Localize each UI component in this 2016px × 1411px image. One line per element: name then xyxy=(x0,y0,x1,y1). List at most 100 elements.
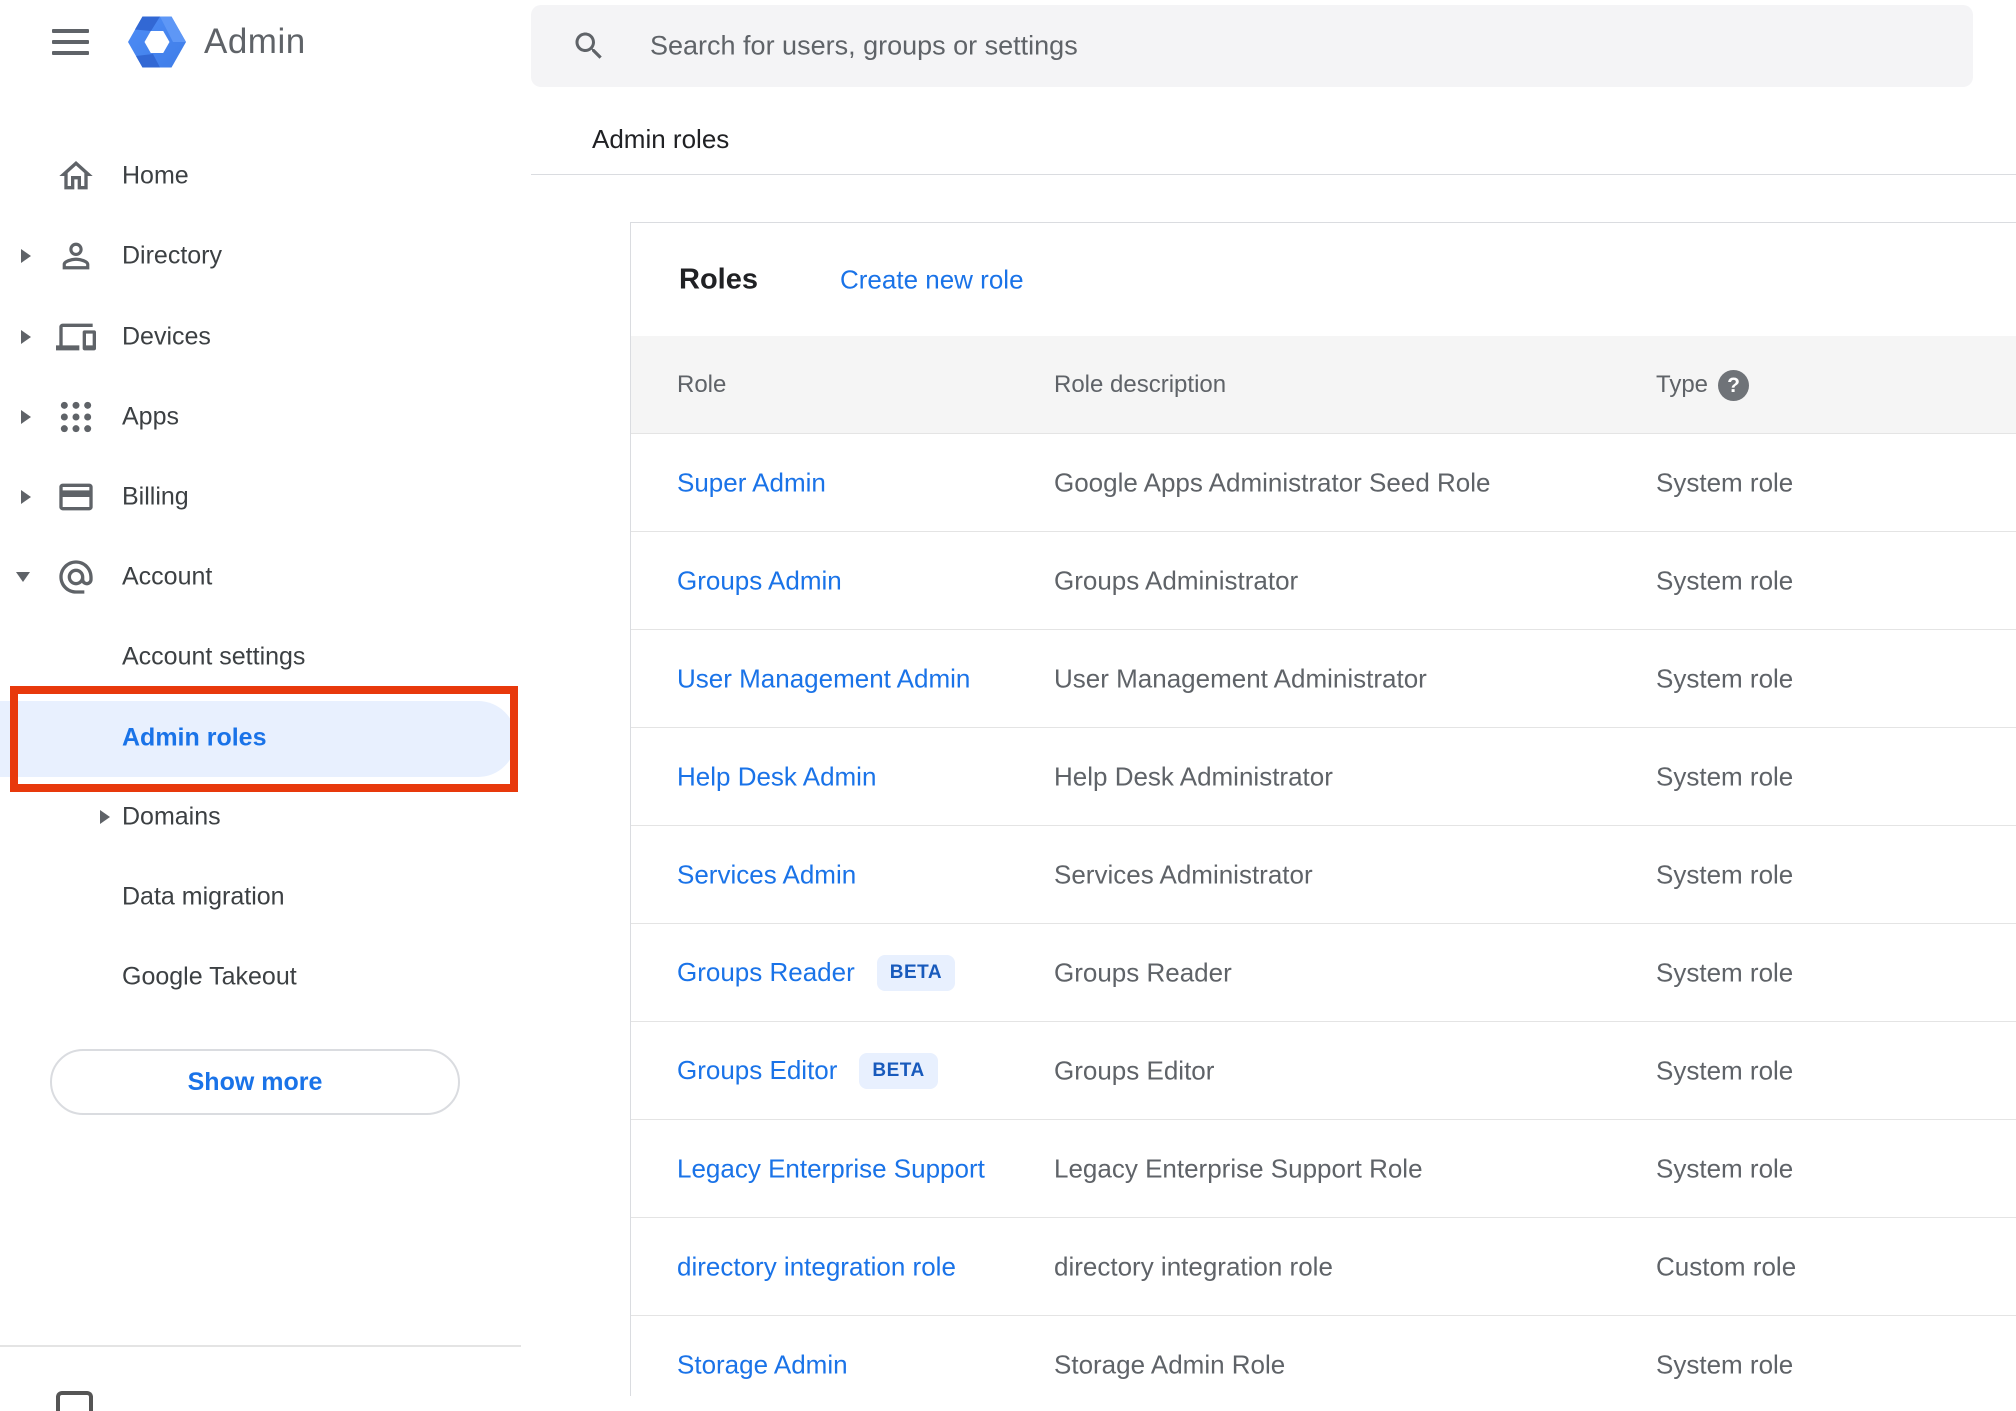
help-question-icon[interactable]: ? xyxy=(1718,370,1749,401)
sidebar-item-label: Account settings xyxy=(122,642,306,671)
role-description: Storage Admin Role xyxy=(1054,1349,1286,1379)
roles-card: Roles Create new role Role Role descript… xyxy=(630,222,2016,1396)
sidebar-item-label: Google Takeout xyxy=(122,962,297,991)
menu-bar xyxy=(52,29,89,33)
role-type: System role xyxy=(1656,761,1794,791)
column-header-description: Role description xyxy=(1054,370,1227,398)
column-header-role: Role xyxy=(677,370,727,398)
sidebar-item-label: Directory xyxy=(122,241,223,270)
chevron-right-icon[interactable] xyxy=(21,490,31,504)
apps-grid-icon xyxy=(60,401,92,433)
role-link[interactable]: directory integration role xyxy=(677,1251,956,1282)
search-bar[interactable]: Search for users, groups or settings xyxy=(531,5,1973,87)
sidebar-item-label: Admin roles xyxy=(122,723,267,752)
create-new-role-link[interactable]: Create new role xyxy=(840,264,1024,295)
role-description: Services Administrator xyxy=(1054,859,1313,889)
sidebar-item-label: Data migration xyxy=(122,882,285,911)
beta-badge: BETA xyxy=(859,1052,938,1089)
table-row[interactable]: Help Desk Admin Help Desk Administrator … xyxy=(631,728,2016,826)
page-title: Roles xyxy=(679,263,758,295)
sidebar-item-billing[interactable]: Billing xyxy=(0,457,531,537)
role-type: System role xyxy=(1656,1153,1794,1183)
chevron-right-icon[interactable] xyxy=(21,249,31,263)
admin-hexagon-logo xyxy=(128,16,186,68)
table-row[interactable]: Services Admin Services Administrator Sy… xyxy=(631,826,2016,924)
menu-icon[interactable] xyxy=(52,29,89,56)
role-link[interactable]: Storage Admin xyxy=(677,1349,848,1380)
table-row[interactable]: Groups Editor BETA Groups Editor System … xyxy=(631,1022,2016,1120)
table-row[interactable]: Super Admin Google Apps Administrator Se… xyxy=(631,434,2016,532)
home-icon xyxy=(59,161,93,190)
role-link[interactable]: Super Admin xyxy=(677,467,826,498)
sidebar-item-domains[interactable]: Domains xyxy=(0,777,531,857)
table-header-row: Role Role description Type ? xyxy=(631,336,2016,434)
sidebar-item-label: Domains xyxy=(122,802,221,831)
beta-badge: BETA xyxy=(876,954,956,991)
sidebar-item-label: Billing xyxy=(122,482,189,511)
table-row[interactable]: Groups Reader BETA Groups Reader System … xyxy=(631,924,2016,1022)
role-type: System role xyxy=(1656,1349,1794,1379)
role-type: System role xyxy=(1656,467,1794,497)
role-type: System role xyxy=(1656,859,1794,889)
sidebar: Admin Home Directory Devices Apps Billin… xyxy=(0,0,531,1411)
role-description: Help Desk Administrator xyxy=(1054,761,1333,791)
role-link[interactable]: Groups Reader xyxy=(677,957,855,988)
role-link[interactable]: Services Admin xyxy=(677,859,856,890)
divider xyxy=(0,1345,521,1347)
sidebar-item-google-takeout[interactable]: Google Takeout xyxy=(0,937,531,1017)
menu-bar xyxy=(52,51,89,55)
role-type: System role xyxy=(1656,957,1794,987)
chevron-right-icon[interactable] xyxy=(21,330,31,344)
chevron-right-icon[interactable] xyxy=(100,810,110,824)
role-link[interactable]: User Management Admin xyxy=(677,663,970,694)
breadcrumb: Admin roles xyxy=(592,124,730,154)
sidebar-item-admin-roles[interactable]: Admin roles xyxy=(0,698,531,778)
sidebar-item-account[interactable]: Account xyxy=(0,537,531,617)
role-description: Groups Administrator xyxy=(1054,565,1299,595)
role-type: System role xyxy=(1656,663,1794,693)
role-description: Legacy Enterprise Support Role xyxy=(1054,1153,1423,1183)
credit-card-icon xyxy=(59,483,93,511)
sidebar-item-devices[interactable]: Devices xyxy=(0,297,531,377)
role-link[interactable]: Groups Admin xyxy=(677,565,842,596)
partial-icon xyxy=(56,1391,93,1411)
product-title: Admin xyxy=(204,22,306,61)
divider xyxy=(531,174,2016,175)
sidebar-item-home[interactable]: Home xyxy=(0,136,531,216)
sidebar-item-data-migration[interactable]: Data migration xyxy=(0,857,531,937)
role-type: Custom role xyxy=(1656,1251,1797,1281)
sidebar-item-account-settings[interactable]: Account settings xyxy=(0,617,531,697)
table-row[interactable]: Legacy Enterprise Support Legacy Enterpr… xyxy=(631,1120,2016,1218)
table-row[interactable]: Storage Admin Storage Admin Role System … xyxy=(631,1316,2016,1396)
role-link[interactable]: Groups Editor xyxy=(677,1055,837,1086)
person-icon xyxy=(62,242,90,270)
search-input[interactable]: Search for users, groups or settings xyxy=(650,31,1078,62)
at-sign-icon xyxy=(59,560,93,594)
role-description: Groups Reader xyxy=(1054,957,1232,987)
search-icon xyxy=(575,32,602,59)
sidebar-item-apps[interactable]: Apps xyxy=(0,377,531,457)
sidebar-item-label: Home xyxy=(122,161,189,190)
show-more-button[interactable]: Show more xyxy=(50,1049,460,1115)
role-link[interactable]: Legacy Enterprise Support xyxy=(677,1153,985,1184)
role-description: directory integration role xyxy=(1054,1251,1333,1281)
role-description: Groups Editor xyxy=(1054,1055,1215,1085)
devices-icon xyxy=(56,323,96,351)
chevron-down-icon[interactable] xyxy=(16,572,30,582)
role-type: System role xyxy=(1656,1055,1794,1085)
card-header: Roles Create new role xyxy=(631,223,2016,336)
sidebar-item-directory[interactable]: Directory xyxy=(0,216,531,296)
role-description: User Management Administrator xyxy=(1054,663,1427,693)
table-row[interactable]: directory integration role directory int… xyxy=(631,1218,2016,1316)
table-row[interactable]: Groups Admin Groups Administrator System… xyxy=(631,532,2016,630)
role-description: Google Apps Administrator Seed Role xyxy=(1054,467,1491,497)
column-header-type: Type xyxy=(1656,370,1709,398)
sidebar-item-label: Apps xyxy=(122,402,179,431)
menu-bar xyxy=(52,40,89,44)
table-row[interactable]: User Management Admin User Management Ad… xyxy=(631,630,2016,728)
sidebar-item-label: Devices xyxy=(122,322,211,351)
sidebar-item-label: Account xyxy=(122,562,213,591)
chevron-right-icon[interactable] xyxy=(21,410,31,424)
role-type: System role xyxy=(1656,565,1794,595)
role-link[interactable]: Help Desk Admin xyxy=(677,761,876,792)
